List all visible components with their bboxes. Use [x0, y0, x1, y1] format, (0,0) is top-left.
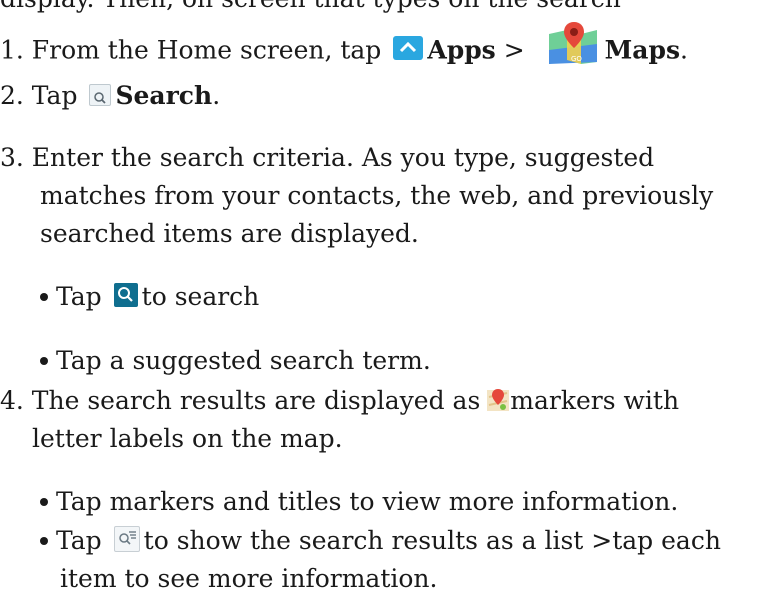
bullet-dot — [40, 292, 48, 301]
apps-label: Apps — [427, 35, 496, 65]
svg-text:GO: GO — [571, 55, 582, 63]
bullet-dot — [40, 356, 48, 365]
apps-icon — [393, 36, 424, 60]
step-1-text: 1. From the Home screen, tap — [0, 35, 382, 65]
bullet-tap-to-search: Tap to search — [40, 282, 259, 312]
search-label: Search — [115, 81, 213, 110]
text: 3. Enter the search criteria. As you typ… — [0, 143, 655, 172]
step-1: 1. From the Home screen, tap Apps > GO Map… — [0, 22, 688, 74]
separator: > — [495, 35, 533, 65]
text: display. Then, on screen that types on t… — [0, 0, 621, 13]
step-3-line-3: searched items are displayed. — [40, 219, 419, 249]
period: . — [212, 81, 221, 110]
search-button-icon — [113, 282, 138, 307]
text: Tap — [56, 282, 102, 311]
bullet-list-view: Tap to show the search results as a list … — [40, 525, 721, 556]
bullet-list-view-line-2: item to see more information. — [60, 564, 437, 594]
step-4-line-2: letter labels on the map. — [32, 424, 343, 454]
search-icon — [89, 83, 112, 106]
text: 4. The search results are displayed as — [0, 386, 481, 415]
text: searched items are displayed. — [40, 219, 419, 248]
maps-label: Maps — [604, 35, 681, 65]
text: Tap markers and titles to view more info… — [56, 487, 679, 516]
text: Tap — [56, 526, 102, 555]
period: . — [680, 35, 688, 65]
bullet-suggested-term: Tap a suggested search term. — [40, 346, 431, 376]
text: Tap a suggested search term. — [56, 346, 431, 375]
step-2: 2. Tap Search. — [0, 81, 220, 111]
step-4-line-1: 4. The search results are displayed as ma… — [0, 386, 679, 416]
bullet-markers-titles: Tap markers and titles to view more info… — [40, 487, 678, 517]
step-3-line-1: 3. Enter the search criteria. As you typ… — [0, 143, 654, 173]
text: to show the search results as a list >ta… — [143, 526, 721, 555]
text: matches from your contacts, the web, and… — [40, 181, 714, 210]
step-2-text: 2. Tap — [0, 81, 78, 110]
text: markers with — [510, 386, 680, 415]
list-view-icon — [113, 525, 140, 552]
map-marker-icon — [486, 387, 510, 413]
step-3-line-2: matches from your contacts, the web, and… — [40, 181, 713, 211]
text: to search — [141, 282, 260, 311]
text: letter labels on the map. — [32, 424, 343, 453]
bullet-dot — [40, 536, 48, 545]
bullet-dot — [40, 497, 48, 506]
text: item to see more information. — [60, 564, 438, 593]
maps-icon: GO — [541, 20, 601, 64]
cut-off-top-line: display. Then, on screen that types on t… — [0, 0, 621, 14]
